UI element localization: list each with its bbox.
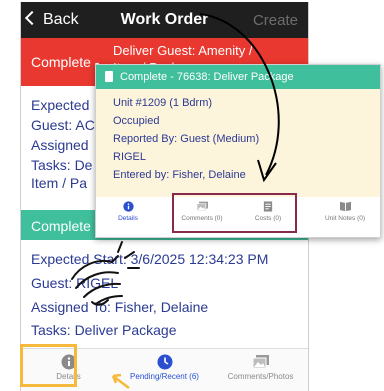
assigned-to: Assigned To: Fisher, Delaine — [31, 299, 209, 315]
tasks-label: Tasks: De — [31, 157, 93, 173]
tab-label: Comments/Photos — [227, 372, 294, 381]
guest-label: Guest: AC — [31, 117, 95, 133]
book-icon — [339, 201, 351, 212]
status-label: Complete - — [31, 54, 100, 70]
assigned-to: Assigned — [31, 137, 89, 153]
entered-by: Entered by: Fisher, Delaine — [113, 169, 246, 181]
guest-label: Guest: RIGEL — [31, 275, 119, 291]
photos-icon — [252, 355, 269, 369]
work-order-card-2[interactable]: Expected Start: 3/6/2025 12:34:23 PM Gue… — [21, 240, 308, 348]
tasks-label: Tasks: Deliver Package — [31, 322, 177, 338]
tab-label: Details — [118, 215, 138, 222]
occupancy-status: Occupied — [113, 115, 160, 127]
document-icon — [105, 71, 113, 82]
nav-bar: Back Work Order Create — [21, 2, 308, 38]
tab-label: Unit Notes (0) — [324, 215, 366, 222]
tasks-label-line2: Item / Pa — [31, 175, 88, 191]
guest-name: RIGEL — [113, 151, 147, 163]
expected-start: Expected — [31, 97, 90, 113]
tab-comments-photos[interactable]: Comments/Photos — [213, 351, 308, 381]
highlight-details-tab — [20, 344, 77, 387]
highlight-comments-costs — [172, 193, 297, 233]
info-icon — [122, 201, 134, 212]
unit-label: Unit #1209 (1 Bdrm) — [113, 97, 213, 109]
tab-pending-recent[interactable]: Pending/Recent (6) — [117, 351, 212, 381]
popup-body: Unit #1209 (1 Bdrm) Occupied Reported By… — [96, 89, 380, 197]
popup-tab-unit-notes[interactable]: Unit Notes (0) — [316, 201, 374, 222]
reported-by: Reported By: Guest (Medium) — [113, 133, 260, 145]
popup-tab-details[interactable]: Details — [108, 201, 148, 222]
popup-title: Complete - 76638: Deliver Package — [120, 71, 294, 83]
tab-label: Pending/Recent (6) — [130, 372, 199, 381]
clock-icon — [157, 354, 172, 370]
status-label: Complete — [31, 218, 91, 234]
create-button[interactable]: Create — [253, 12, 298, 29]
popup-header: Complete - 76638: Deliver Package — [96, 65, 380, 89]
expected-start: Expected Start: 3/6/2025 12:34:23 PM — [31, 251, 269, 267]
